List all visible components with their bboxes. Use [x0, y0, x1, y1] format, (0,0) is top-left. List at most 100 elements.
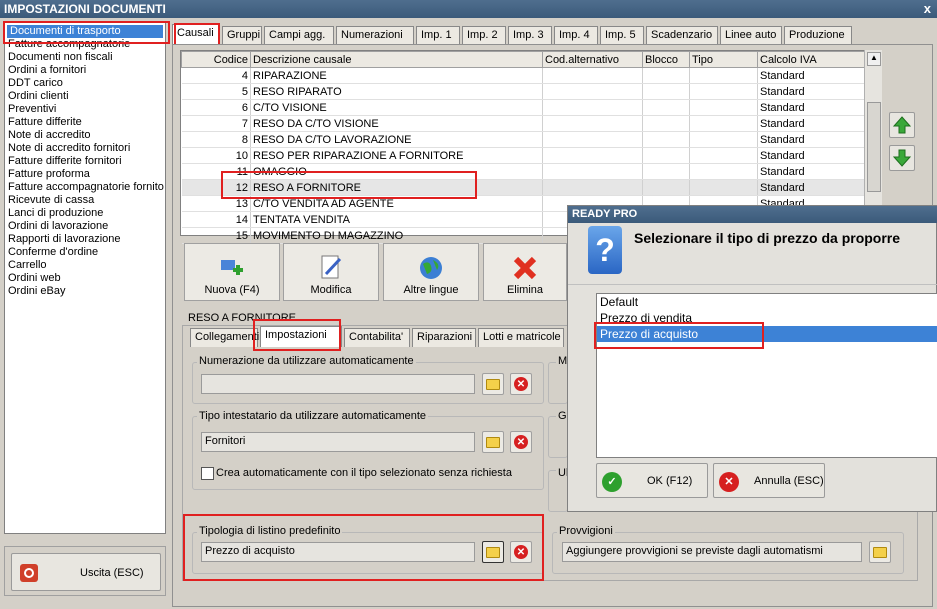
tab-imp-1[interactable]: Imp. 1 — [416, 26, 460, 45]
table-cell — [542, 99, 643, 116]
dialog-ok-button[interactable]: ✓ OK (F12) — [596, 463, 708, 498]
tab-imp-4[interactable]: Imp. 4 — [554, 26, 598, 45]
document-type-item[interactable]: DDT carico — [5, 77, 165, 90]
intestatario-field[interactable]: Fornitori — [201, 432, 475, 452]
document-type-item[interactable]: Fatture accompagnatorie fornito — [5, 181, 165, 194]
new-button[interactable]: Nuova (F4) — [184, 243, 280, 301]
column-header[interactable]: Codice — [181, 51, 251, 68]
document-type-item[interactable]: Ricevute di cassa — [5, 194, 165, 207]
table-row[interactable]: 5 RESO RIPARATO Standard — [181, 83, 866, 100]
auto-create-checkbox[interactable] — [201, 467, 214, 480]
subtab-riparazioni[interactable]: Riparazioni — [412, 328, 476, 347]
highlight-box — [174, 23, 220, 46]
subtab-lotti-e-matricole[interactable]: Lotti e matricole — [478, 328, 564, 347]
subtab-contabilita-[interactable]: Contabilita' — [344, 328, 410, 347]
tab-scadenzario[interactable]: Scadenzario — [646, 26, 718, 45]
table-cell: Standard — [757, 147, 866, 164]
document-type-item[interactable]: Ordini eBay — [5, 285, 165, 298]
highlight-box — [594, 322, 764, 349]
dialog-cancel-button[interactable]: ✕ Annulla (ESC) — [713, 463, 825, 498]
exit-button[interactable]: Uscita (ESC) — [11, 553, 161, 591]
table-cell — [542, 179, 643, 196]
close-icon[interactable]: x — [924, 1, 931, 16]
price-type-option[interactable]: Default — [597, 294, 937, 310]
tab-imp-2[interactable]: Imp. 2 — [462, 26, 506, 45]
column-header[interactable]: Cod.alternativo — [542, 51, 643, 68]
table-cell — [642, 163, 690, 180]
move-down-button[interactable] — [889, 145, 915, 171]
dialog-title: READY PRO — [568, 206, 937, 223]
provvigioni-field[interactable]: Aggiungere provvigioni se previste dagli… — [562, 542, 862, 562]
tab-gruppi[interactable]: Gruppi — [222, 26, 262, 45]
document-type-item[interactable]: Conferme d'ordine — [5, 246, 165, 259]
power-icon — [20, 564, 38, 582]
document-type-item[interactable]: Rapporti di lavorazione — [5, 233, 165, 246]
tab-produzione[interactable]: Produzione — [784, 26, 852, 45]
document-type-item[interactable]: Note di accredito — [5, 129, 165, 142]
table-cell: Standard — [757, 179, 866, 196]
edit-button[interactable]: Modifica — [283, 243, 379, 301]
provvigioni-browse-button[interactable] — [869, 541, 891, 563]
tab-campi-agg-[interactable]: Campi agg. — [264, 26, 334, 45]
table-cell: 8 — [181, 131, 251, 148]
numerazione-browse-button[interactable] — [482, 373, 504, 395]
move-up-button[interactable] — [889, 112, 915, 138]
table-cell: 15 — [181, 227, 251, 244]
document-type-item[interactable]: Ordini clienti — [5, 90, 165, 103]
new-button-label: Nuova (F4) — [204, 284, 260, 296]
numerazione-field[interactable] — [201, 374, 475, 394]
table-cell: TENTATA VENDITA — [250, 211, 543, 228]
new-document-icon — [221, 260, 243, 275]
table-cell: Standard — [757, 131, 866, 148]
delete-button[interactable]: Elimina — [483, 243, 567, 301]
tab-imp-5[interactable]: Imp. 5 — [600, 26, 644, 45]
highlight-box — [253, 319, 341, 351]
column-header[interactable]: Blocco — [642, 51, 690, 68]
delete-icon: ✕ — [514, 435, 528, 449]
document-type-item[interactable]: Fatture proforma — [5, 168, 165, 181]
document-type-list[interactable]: Documenti di trasporto Fatture accompagna… — [4, 22, 166, 534]
numerazione-clear-button[interactable]: ✕ — [510, 373, 532, 395]
globe-icon — [420, 257, 442, 279]
document-type-item[interactable]: Fatture differite — [5, 116, 165, 129]
table-row[interactable]: 4 RIPARAZIONE Standard — [181, 67, 866, 84]
table-row[interactable]: 6 C/TO VISIONE Standard — [181, 99, 866, 116]
intestatario-clear-button[interactable]: ✕ — [510, 431, 532, 453]
tab-linee-auto[interactable]: Linee auto — [720, 26, 782, 45]
table-cell: Standard — [757, 99, 866, 116]
document-type-item[interactable]: Ordini di lavorazione — [5, 220, 165, 233]
document-type-item[interactable]: Ordini web — [5, 272, 165, 285]
column-header[interactable]: Calcolo IVA — [757, 51, 866, 68]
column-header[interactable]: Tipo — [689, 51, 758, 68]
table-cell: 4 — [181, 67, 251, 84]
languages-button[interactable]: Altre lingue — [383, 243, 479, 301]
tab-imp-3[interactable]: Imp. 3 — [508, 26, 552, 45]
scroll-up-icon[interactable]: ▲ — [867, 52, 881, 66]
column-header[interactable]: Descrizione causale — [250, 51, 543, 68]
table-row[interactable]: 8 RESO DA C/TO LAVORAZIONE Standard — [181, 131, 866, 148]
table-row[interactable]: 10 RESO PER RIPARAZIONE A FORNITORE Standa… — [181, 147, 866, 164]
document-type-item[interactable]: Carrello — [5, 259, 165, 272]
scroll-thumb[interactable] — [867, 102, 881, 192]
price-type-list[interactable]: Default Prezzo di vendita Prezzo di acquis… — [596, 293, 937, 458]
document-type-item[interactable]: Fatture differite fornitori — [5, 155, 165, 168]
table-cell — [642, 99, 690, 116]
document-type-item[interactable]: Preventivi — [5, 103, 165, 116]
folder-icon — [486, 378, 500, 390]
table-cell — [642, 179, 690, 196]
subtab-collegamenti[interactable]: Collegamenti — [190, 328, 259, 347]
intestatario-browse-button[interactable] — [482, 431, 504, 453]
table-cell: Standard — [757, 83, 866, 100]
document-type-item[interactable]: Lanci di produzione — [5, 207, 165, 220]
tab-numerazioni[interactable]: Numerazioni — [336, 26, 414, 45]
table-row[interactable]: 7 RESO DA C/TO VISIONE Standard — [181, 115, 866, 132]
document-type-item[interactable]: Note di accredito fornitori — [5, 142, 165, 155]
document-type-item[interactable]: Ordini a fornitori — [5, 64, 165, 77]
auto-create-label: Crea automaticamente con il tipo selezio… — [216, 467, 512, 479]
window-title: IMPOSTAZIONI DOCUMENTI — [0, 0, 937, 18]
document-type-item[interactable]: Documenti non fiscali — [5, 51, 165, 64]
dialog-cancel-label: Annulla (ESC) — [754, 475, 824, 487]
folder-icon — [873, 546, 887, 558]
table-cell: 7 — [181, 115, 251, 132]
table-cell — [642, 115, 690, 132]
